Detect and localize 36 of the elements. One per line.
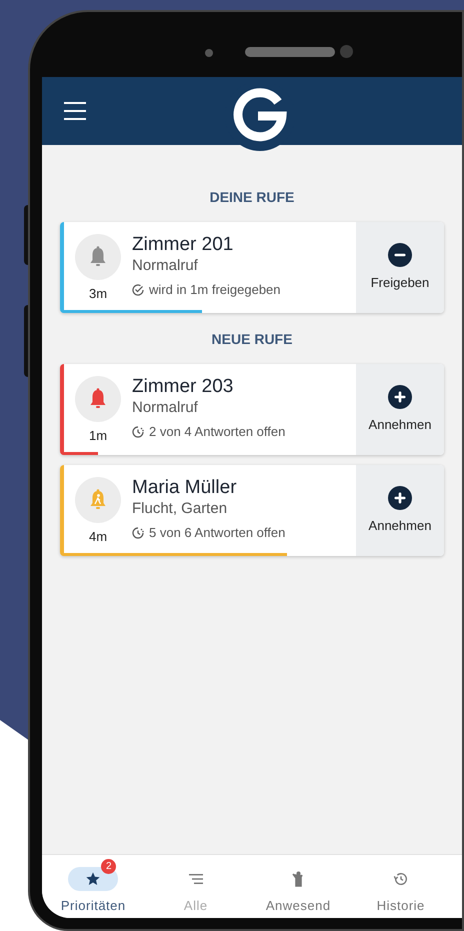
- list-icon: [188, 872, 204, 885]
- section-heading: DEINE RUFE: [210, 188, 294, 207]
- call-type: Normalruf: [132, 398, 199, 418]
- clock-icon: [132, 426, 144, 438]
- call-type: Normalruf: [132, 256, 199, 276]
- call-age: 3m: [88, 285, 108, 303]
- call-status: wird in 1m freigegeben: [149, 281, 281, 299]
- nav-tab[interactable]: Historie: [350, 858, 452, 916]
- menu-button[interactable]: [64, 102, 86, 120]
- call-title: Zimmer 201: [132, 234, 234, 256]
- minus-circle-icon: [388, 242, 412, 267]
- person-icon: [291, 870, 306, 887]
- accept-button[interactable]: Annehmen: [356, 364, 444, 455]
- logo-icon: [232, 88, 288, 144]
- check-circle-icon: [132, 284, 144, 296]
- call-card[interactable]: 1m Zimmer 203 Normalruf 2 von 4 Antworten offen Annehmen: [60, 364, 444, 455]
- release-button[interactable]: Freigeben: [356, 222, 444, 313]
- call-status: 2 von 4 Antworten offen: [149, 423, 286, 441]
- star-icon: [85, 870, 102, 887]
- call-card[interactable]: 3m Zimmer 201 Normalruf wird in 1m freigegeben Freigeben: [60, 222, 444, 313]
- count-badge: 2: [101, 858, 116, 874]
- call-age: 1m: [88, 427, 108, 445]
- call-title: Zimmer 203: [132, 376, 234, 398]
- plus-circle-icon: [388, 486, 412, 510]
- call-type: Flucht, Garten: [132, 499, 228, 519]
- accept-button[interactable]: Annehmen: [356, 465, 444, 556]
- call-age: 4m: [88, 528, 108, 546]
- nav-tab[interactable]: Anwesend: [247, 858, 350, 916]
- call-card[interactable]: 4m Maria Müller Flucht, Garten 5 von 6 Antworten offen Annehmen: [60, 465, 444, 556]
- nav-tab[interactable]: 2 Prioritäten: [42, 858, 144, 916]
- clock-icon: [132, 526, 144, 539]
- plus-circle-icon: [388, 384, 412, 409]
- call-status: 5 von 6 Antworten offen: [149, 524, 286, 542]
- call-title: Maria Müller: [132, 477, 238, 499]
- history-icon: [392, 870, 409, 887]
- section-heading: NEUE RUFE: [212, 330, 292, 349]
